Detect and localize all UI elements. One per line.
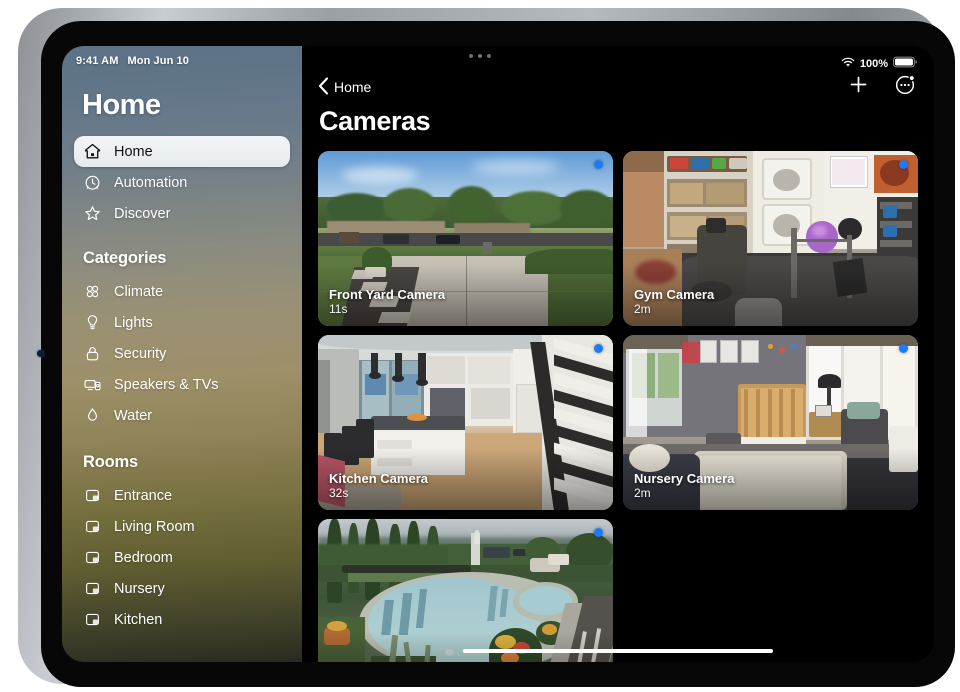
sidebar-item-nursery[interactable]: Nursery	[74, 573, 290, 604]
sidebar-item-label: Security	[114, 346, 166, 362]
room-icon	[83, 486, 102, 505]
recording-indicator	[899, 160, 908, 169]
add-button[interactable]	[849, 75, 868, 99]
lock-icon	[83, 344, 102, 363]
sidebar-item-lights[interactable]: Lights	[74, 307, 290, 338]
fan-icon	[83, 282, 102, 301]
camera-grid: Front Yard Camera 11s	[302, 151, 934, 662]
sidebar-item-label: Lights	[114, 315, 153, 331]
chevron-left-icon	[318, 77, 329, 98]
camera-timestamp: 2m	[634, 486, 734, 501]
lightbulb-icon	[83, 313, 102, 332]
camera-label: Front Yard Camera 11s	[329, 287, 445, 317]
sidebar-item-label: Kitchen	[114, 612, 162, 628]
back-button[interactable]: Home	[318, 77, 371, 98]
sidebar-item-label: Automation	[114, 175, 187, 191]
camera-timestamp: 11s	[329, 302, 445, 317]
status-date: Mon Jun 10	[127, 55, 189, 67]
sidebar-item-label: Entrance	[114, 488, 172, 504]
more-options-button[interactable]	[894, 74, 916, 101]
status-bar: 100%	[841, 56, 918, 71]
sidebar-home-title: Home	[62, 67, 302, 134]
navigation-bar: Home	[302, 46, 934, 102]
sidebar-item-kitchen[interactable]: Kitchen	[74, 604, 290, 635]
sidebar-item-label: Living Room	[114, 519, 195, 535]
camera-label: Kitchen Camera 32s	[329, 471, 428, 501]
back-label: Home	[334, 79, 371, 95]
sidebar-item-entrance[interactable]: Entrance	[74, 480, 290, 511]
sidebar-item-living-room[interactable]: Living Room	[74, 511, 290, 542]
camera-tile-kitchen[interactable]: Kitchen Camera 32s	[318, 335, 613, 510]
plus-icon	[849, 75, 868, 99]
sidebar-status-bar: 9:41 AM Mon Jun 10	[62, 46, 302, 67]
sidebar-item-discover[interactable]: Discover	[74, 198, 290, 229]
house-icon	[83, 142, 102, 161]
ipad-device-frame: 9:41 AM Mon Jun 10 Home Home Automation	[18, 8, 942, 684]
label-gradient	[318, 632, 613, 662]
sidebar-item-label: Home	[114, 144, 153, 160]
camera-tile-nursery[interactable]: Nursery Camera 2m	[623, 335, 918, 510]
battery-full-icon	[893, 56, 918, 71]
room-icon	[83, 610, 102, 629]
camera-tile-gym[interactable]: Gym Camera 2m	[623, 151, 918, 326]
camera-timestamp: 2m	[634, 302, 714, 317]
sidebar-categories-header: Categories	[62, 229, 302, 276]
recording-indicator	[594, 160, 603, 169]
sidebar-item-security[interactable]: Security	[74, 338, 290, 369]
recording-indicator	[899, 344, 908, 353]
room-icon	[83, 579, 102, 598]
camera-name: Gym Camera	[634, 287, 714, 303]
page-title: Cameras	[302, 102, 934, 151]
camera-timestamp: 32s	[329, 486, 428, 501]
multitasking-control-icon[interactable]	[469, 54, 491, 58]
screen: 9:41 AM Mon Jun 10 Home Home Automation	[62, 46, 934, 662]
home-indicator[interactable]	[463, 649, 773, 653]
sidebar-item-label: Speakers & TVs	[114, 377, 219, 393]
room-icon	[83, 548, 102, 567]
sidebar-item-bedroom[interactable]: Bedroom	[74, 542, 290, 573]
bezel-speck	[37, 350, 44, 357]
camera-name: Nursery Camera	[634, 471, 734, 487]
sidebar-item-label: Bedroom	[114, 550, 173, 566]
clock-icon	[83, 173, 102, 192]
camera-tile-front-yard[interactable]: Front Yard Camera 11s	[318, 151, 613, 326]
camera-label: Nursery Camera 2m	[634, 471, 734, 501]
camera-tile-pool[interactable]: Pool Camera	[318, 519, 613, 662]
battery-percent-label: 100%	[860, 58, 888, 70]
water-drop-icon	[83, 406, 102, 425]
sidebar-item-automation[interactable]: Automation	[74, 167, 290, 198]
camera-name: Kitchen Camera	[329, 471, 428, 487]
sidebar-item-label: Discover	[114, 206, 170, 222]
sidebar-item-speakers-tvs[interactable]: Speakers & TVs	[74, 369, 290, 400]
status-time: 9:41 AM	[76, 55, 118, 67]
sidebar-item-label: Water	[114, 408, 152, 424]
sidebar-item-home[interactable]: Home	[74, 136, 290, 167]
more-circle-icon	[894, 74, 916, 101]
sidebar-item-label: Climate	[114, 284, 163, 300]
main-content: 100% Home	[302, 46, 934, 662]
sidebar-item-climate[interactable]: Climate	[74, 276, 290, 307]
room-icon	[83, 517, 102, 536]
sidebar: 9:41 AM Mon Jun 10 Home Home Automation	[62, 46, 302, 662]
camera-name: Front Yard Camera	[329, 287, 445, 303]
sidebar-item-water[interactable]: Water	[74, 400, 290, 431]
star-icon	[83, 204, 102, 223]
recording-indicator	[594, 528, 603, 537]
camera-label: Gym Camera 2m	[634, 287, 714, 317]
recording-indicator	[594, 344, 603, 353]
speaker-tv-icon	[83, 375, 102, 394]
sidebar-rooms-header: Rooms	[62, 431, 302, 480]
sidebar-item-label: Nursery	[114, 581, 165, 597]
wifi-icon	[841, 57, 855, 71]
